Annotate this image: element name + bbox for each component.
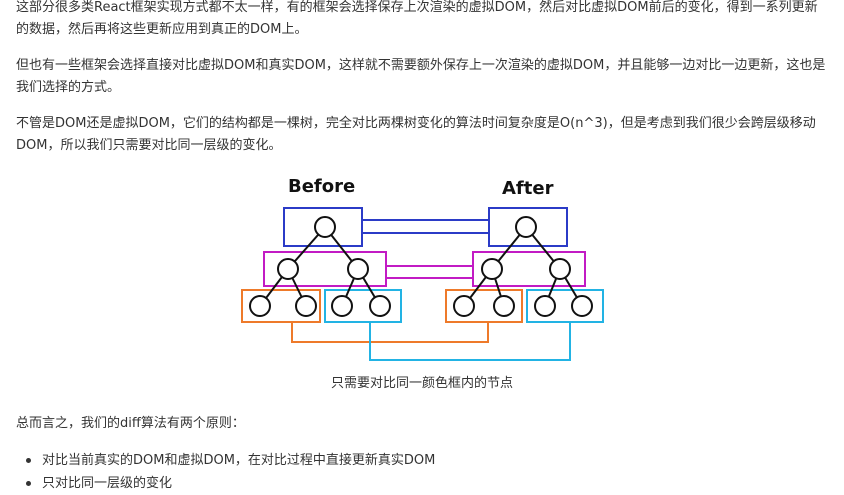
level3-orange-link	[291, 322, 489, 343]
after-label: After	[502, 178, 554, 199]
list-item: 只对比同一层级的变化	[20, 472, 435, 495]
before-level2-node	[347, 258, 369, 280]
list-item-text: 对比当前真实的DOM和虚拟DOM，在对比过程中直接更新真实DOM	[42, 453, 436, 468]
list-item: 对比当前真实的DOM和虚拟DOM，在对比过程中直接更新真实DOM	[20, 449, 435, 472]
before-root-node	[314, 216, 336, 238]
after-level3-node	[453, 295, 475, 317]
bullet-dot-icon	[26, 458, 31, 463]
before-label: Before	[288, 176, 355, 197]
before-level3-node	[331, 295, 353, 317]
paragraph-complexity: 不管是DOM还是虚拟DOM，它们的结构都是一棵树，完全对比两棵树变化的算法时间复…	[16, 116, 816, 153]
after-root-node	[515, 216, 537, 238]
figure-caption: 只需要对比同一颜色框内的节点	[330, 376, 513, 391]
after-level2-node	[549, 258, 571, 280]
bullet-dot-icon	[26, 481, 31, 486]
before-level3-node	[295, 295, 317, 317]
before-level2-node	[277, 258, 299, 280]
principles-list: 对比当前真实的DOM和虚拟DOM，在对比过程中直接更新真实DOM 只对比同一层级…	[20, 449, 435, 495]
tree-diff-diagram: Before After	[241, 176, 604, 361]
after-level3-node	[534, 295, 556, 317]
before-level3-node	[249, 295, 271, 317]
paragraph-approach: 但也有一些框架会选择直接对比虚拟DOM和真实DOM，这样就不需要额外保存上一次渲…	[16, 58, 826, 95]
after-level2-node	[481, 258, 503, 280]
paragraph-summary: 总而言之，我们的diff算法有两个原则：	[16, 416, 245, 431]
paragraph-intro: 这部分很多类React框架实现方式都不太一样，有的框架会选择保存上次渲染的虚拟D…	[16, 0, 818, 37]
before-level3-node	[369, 295, 391, 317]
after-level3-node	[493, 295, 515, 317]
list-item-text: 只对比同一层级的变化	[42, 476, 173, 491]
after-level3-node	[571, 295, 593, 317]
